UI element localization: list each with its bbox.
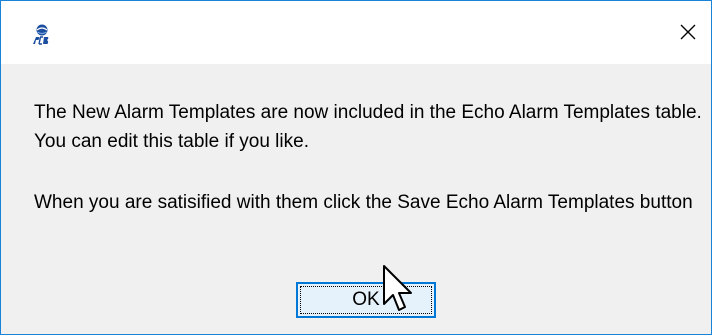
dialog-body: The New Alarm Templates are now included… [1,64,711,334]
message-text-2: When you are satisified with them click … [34,192,693,213]
close-icon [680,24,696,40]
close-button[interactable] [665,1,711,63]
ok-button[interactable]: OK [296,282,436,318]
title-bar[interactable] [1,1,711,63]
ok-button-label: OK [352,289,380,310]
pcb-logo-icon [30,23,56,47]
message-text-1: The New Alarm Templates are now included… [34,102,702,152]
message-dialog: The New Alarm Templates are now included… [0,0,712,335]
